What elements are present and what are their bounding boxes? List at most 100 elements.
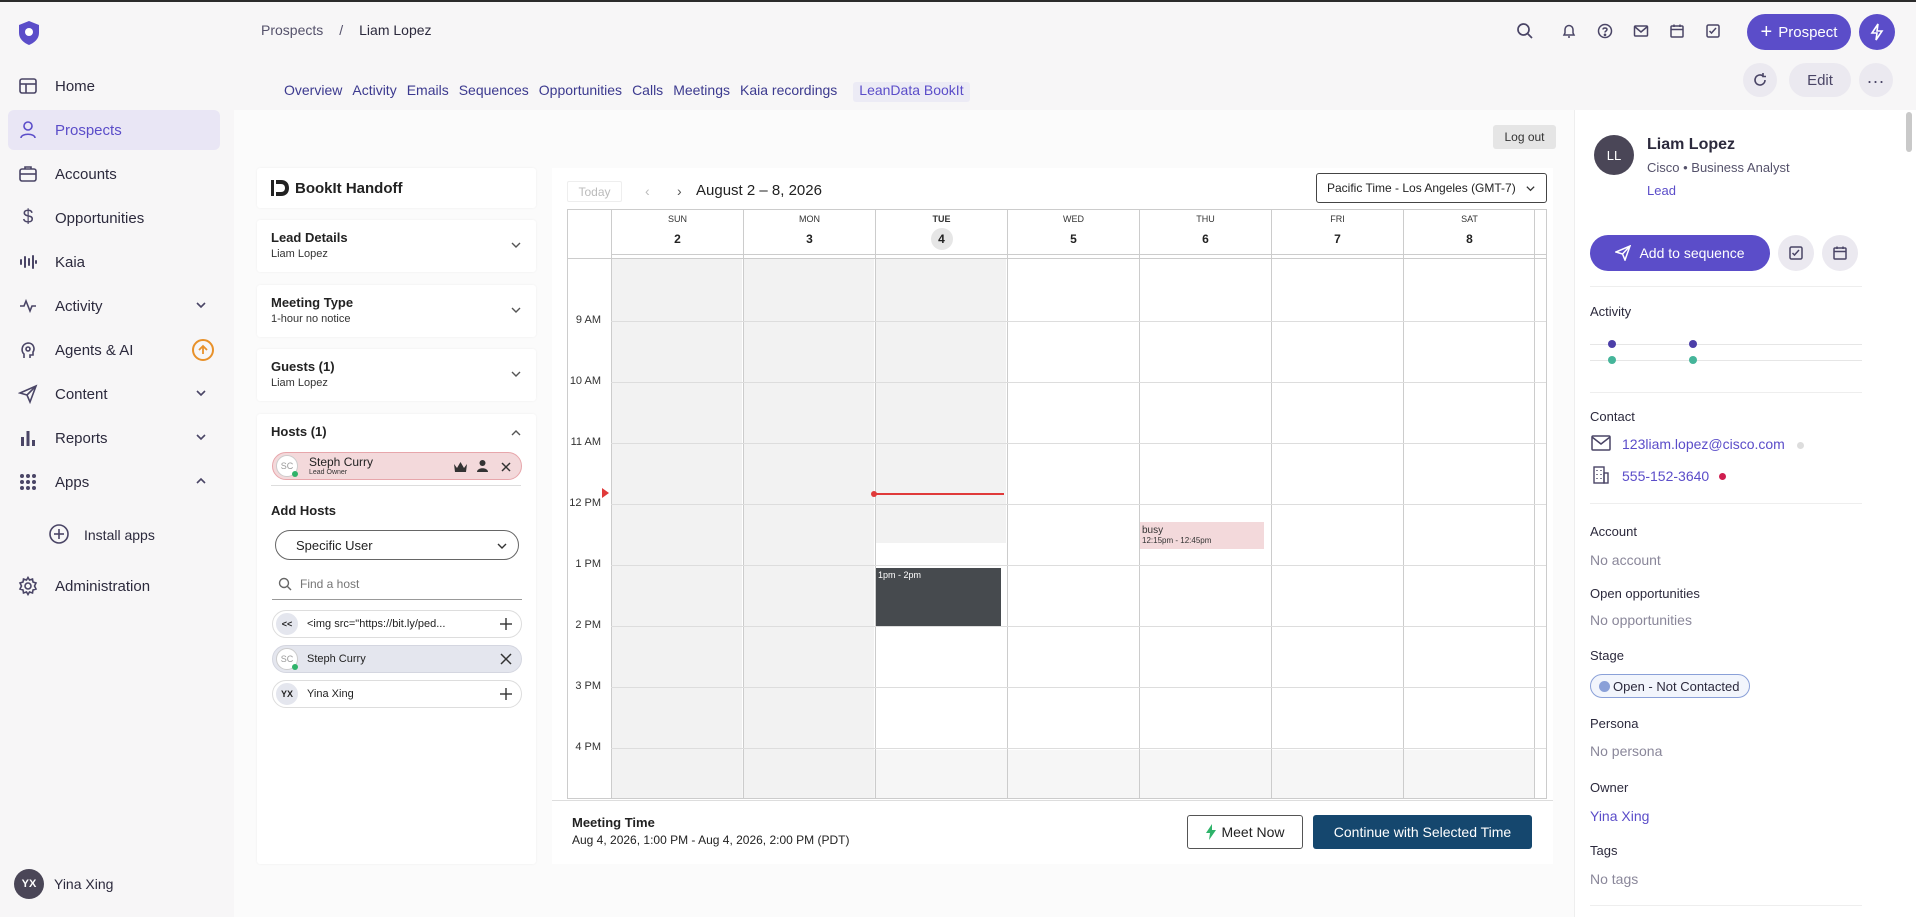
logout-button[interactable]: Log out xyxy=(1493,125,1556,149)
paper-plane-icon xyxy=(1615,245,1632,261)
current-time-line xyxy=(873,493,1004,495)
tab-activity[interactable]: Activity xyxy=(352,82,406,102)
tab-leandata-bookit[interactable]: LeanData BookIt xyxy=(853,82,970,102)
add-task-button[interactable] xyxy=(1778,235,1814,271)
bell-icon[interactable] xyxy=(1558,20,1580,42)
sidebar-item-prospects[interactable]: Prospects xyxy=(8,110,220,150)
time-label: 1 PM xyxy=(575,558,601,570)
schedule-meeting-button[interactable] xyxy=(1822,235,1858,271)
prev-week-button[interactable]: ‹ xyxy=(645,183,650,199)
tags-value[interactable]: No tags xyxy=(1590,871,1638,887)
refresh-button[interactable] xyxy=(1743,63,1777,97)
host-list-item[interactable]: << <img src="https://bit.ly/ped... xyxy=(272,610,522,638)
avatar: YX xyxy=(276,683,298,705)
chevron-down-icon xyxy=(194,430,208,447)
hosts-title[interactable]: Hosts (1) xyxy=(271,424,327,439)
plus-icon[interactable] xyxy=(499,617,513,634)
sidebar-item-administration[interactable]: Administration xyxy=(8,566,220,606)
add-prospect-button[interactable]: + Prospect xyxy=(1747,14,1851,50)
sidebar-item-reports[interactable]: Reports xyxy=(8,418,220,458)
meeting-type-title: Meeting Type xyxy=(271,295,354,310)
sidebar-item-content[interactable]: Content xyxy=(8,374,220,414)
host-type-select[interactable]: Specific User xyxy=(275,530,519,560)
window-top-border xyxy=(0,0,1916,2)
sidebar-item-activity[interactable]: Activity xyxy=(8,286,220,326)
remove-icon[interactable] xyxy=(499,652,513,669)
tab-emails[interactable]: Emails xyxy=(407,82,459,102)
sidebar-item-agents-ai[interactable]: Agents & AI xyxy=(8,330,220,370)
mail-icon xyxy=(1591,435,1611,454)
calendar-icon[interactable] xyxy=(1666,20,1688,42)
persona-value[interactable]: No persona xyxy=(1590,743,1662,759)
lead-details-section[interactable]: Lead Details Liam Lopez xyxy=(257,220,536,272)
continue-button[interactable]: Continue with Selected Time xyxy=(1313,815,1532,849)
install-apps-link[interactable]: Install apps xyxy=(48,520,155,550)
sidebar-item-kaia[interactable]: Kaia xyxy=(8,242,220,282)
today-button[interactable]: Today xyxy=(567,181,622,202)
edit-button[interactable]: Edit xyxy=(1789,63,1851,97)
top-toolbar xyxy=(1514,20,1724,42)
phone-status-dot xyxy=(1719,473,1726,480)
mail-icon[interactable] xyxy=(1630,20,1652,42)
find-host-input[interactable] xyxy=(300,576,500,591)
prospect-phone[interactable]: 555-152-3640 xyxy=(1622,468,1709,484)
account-value[interactable]: No account xyxy=(1590,552,1661,568)
prospect-type-link[interactable]: Lead xyxy=(1647,183,1676,198)
activity-dot[interactable] xyxy=(1689,340,1697,348)
sidebar-item-apps[interactable]: Apps xyxy=(8,462,220,502)
account-label: Account xyxy=(1590,524,1637,539)
chevron-up-icon[interactable] xyxy=(510,426,522,442)
tab-meetings[interactable]: Meetings xyxy=(673,82,740,102)
week-grid: SUN 2 MON 3 TUE 4 WED 5 THU 6 FRI 7 SAT 8 9 AM … xyxy=(567,209,1547,799)
tab-sequences[interactable]: Sequences xyxy=(459,82,539,102)
opportunities-label: Open opportunities xyxy=(1590,586,1700,601)
plus-icon[interactable] xyxy=(499,687,513,704)
tab-kaia-recordings[interactable]: Kaia recordings xyxy=(740,82,847,102)
stage-badge[interactable]: Open - Not Contacted xyxy=(1590,674,1751,698)
refresh-icon xyxy=(1754,73,1766,86)
leandata-logo-icon xyxy=(271,180,289,199)
tab-overview[interactable]: Overview xyxy=(284,82,352,102)
timezone-select[interactable]: Pacific Time - Los Angeles (GMT-7) xyxy=(1316,173,1547,203)
task-check-icon[interactable] xyxy=(1702,20,1724,42)
prospect-email[interactable]: 123liam.lopez@cisco.com xyxy=(1622,436,1785,452)
current-user[interactable]: YX Yina Xing xyxy=(14,869,113,899)
meet-now-button[interactable]: Meet Now xyxy=(1187,815,1303,849)
next-week-button[interactable]: › xyxy=(677,183,682,199)
quick-action-button[interactable] xyxy=(1859,14,1895,50)
add-to-sequence-button[interactable]: Add to sequence xyxy=(1590,235,1770,271)
guests-section[interactable]: Guests (1) Liam Lopez xyxy=(257,349,536,401)
activity-dot[interactable] xyxy=(1608,356,1616,364)
crown-icon[interactable] xyxy=(453,460,468,476)
contact-label: Contact xyxy=(1590,409,1635,424)
host-list-item[interactable]: SC Steph Curry xyxy=(272,645,522,673)
install-apps-label: Install apps xyxy=(84,527,155,543)
sidebar-item-opportunities[interactable]: $ Opportunities xyxy=(8,198,220,238)
tab-opportunities[interactable]: Opportunities xyxy=(539,82,632,102)
activity-dot[interactable] xyxy=(1689,356,1697,364)
sidebar-item-label: Administration xyxy=(55,577,151,595)
activity-dot[interactable] xyxy=(1608,340,1616,348)
search-icon[interactable] xyxy=(1514,20,1536,42)
sidebar-item-home[interactable]: Home xyxy=(8,66,220,106)
person-icon[interactable] xyxy=(476,459,489,476)
opportunities-value[interactable]: No opportunities xyxy=(1590,612,1692,628)
guests-value: Liam Lopez xyxy=(271,377,328,389)
chevron-down-icon xyxy=(510,367,522,383)
busy-event[interactable]: busy 12:15pm - 12:45pm xyxy=(1140,522,1264,549)
breadcrumb-parent[interactable]: Prospects xyxy=(261,22,323,38)
meeting-time-label: Meeting Time xyxy=(572,815,655,830)
more-options-button[interactable]: ... xyxy=(1859,63,1893,97)
selected-slot-time: 1pm - 2pm xyxy=(878,570,922,580)
lead-details-title: Lead Details xyxy=(271,230,348,245)
scrollbar[interactable] xyxy=(1906,112,1912,152)
help-icon[interactable] xyxy=(1594,20,1616,42)
owner-link[interactable]: Yina Xing xyxy=(1590,808,1649,824)
tab-calls[interactable]: Calls xyxy=(632,82,673,102)
remove-host-icon[interactable] xyxy=(500,460,512,476)
sidebar-item-accounts[interactable]: Accounts xyxy=(8,154,220,194)
outreach-logo-icon[interactable] xyxy=(16,20,42,46)
selected-time-slot[interactable]: 1pm - 2pm xyxy=(876,568,1001,626)
meeting-type-section[interactable]: Meeting Type 1-hour no notice xyxy=(257,285,536,337)
host-list-item[interactable]: YX Yina Xing xyxy=(272,680,522,708)
